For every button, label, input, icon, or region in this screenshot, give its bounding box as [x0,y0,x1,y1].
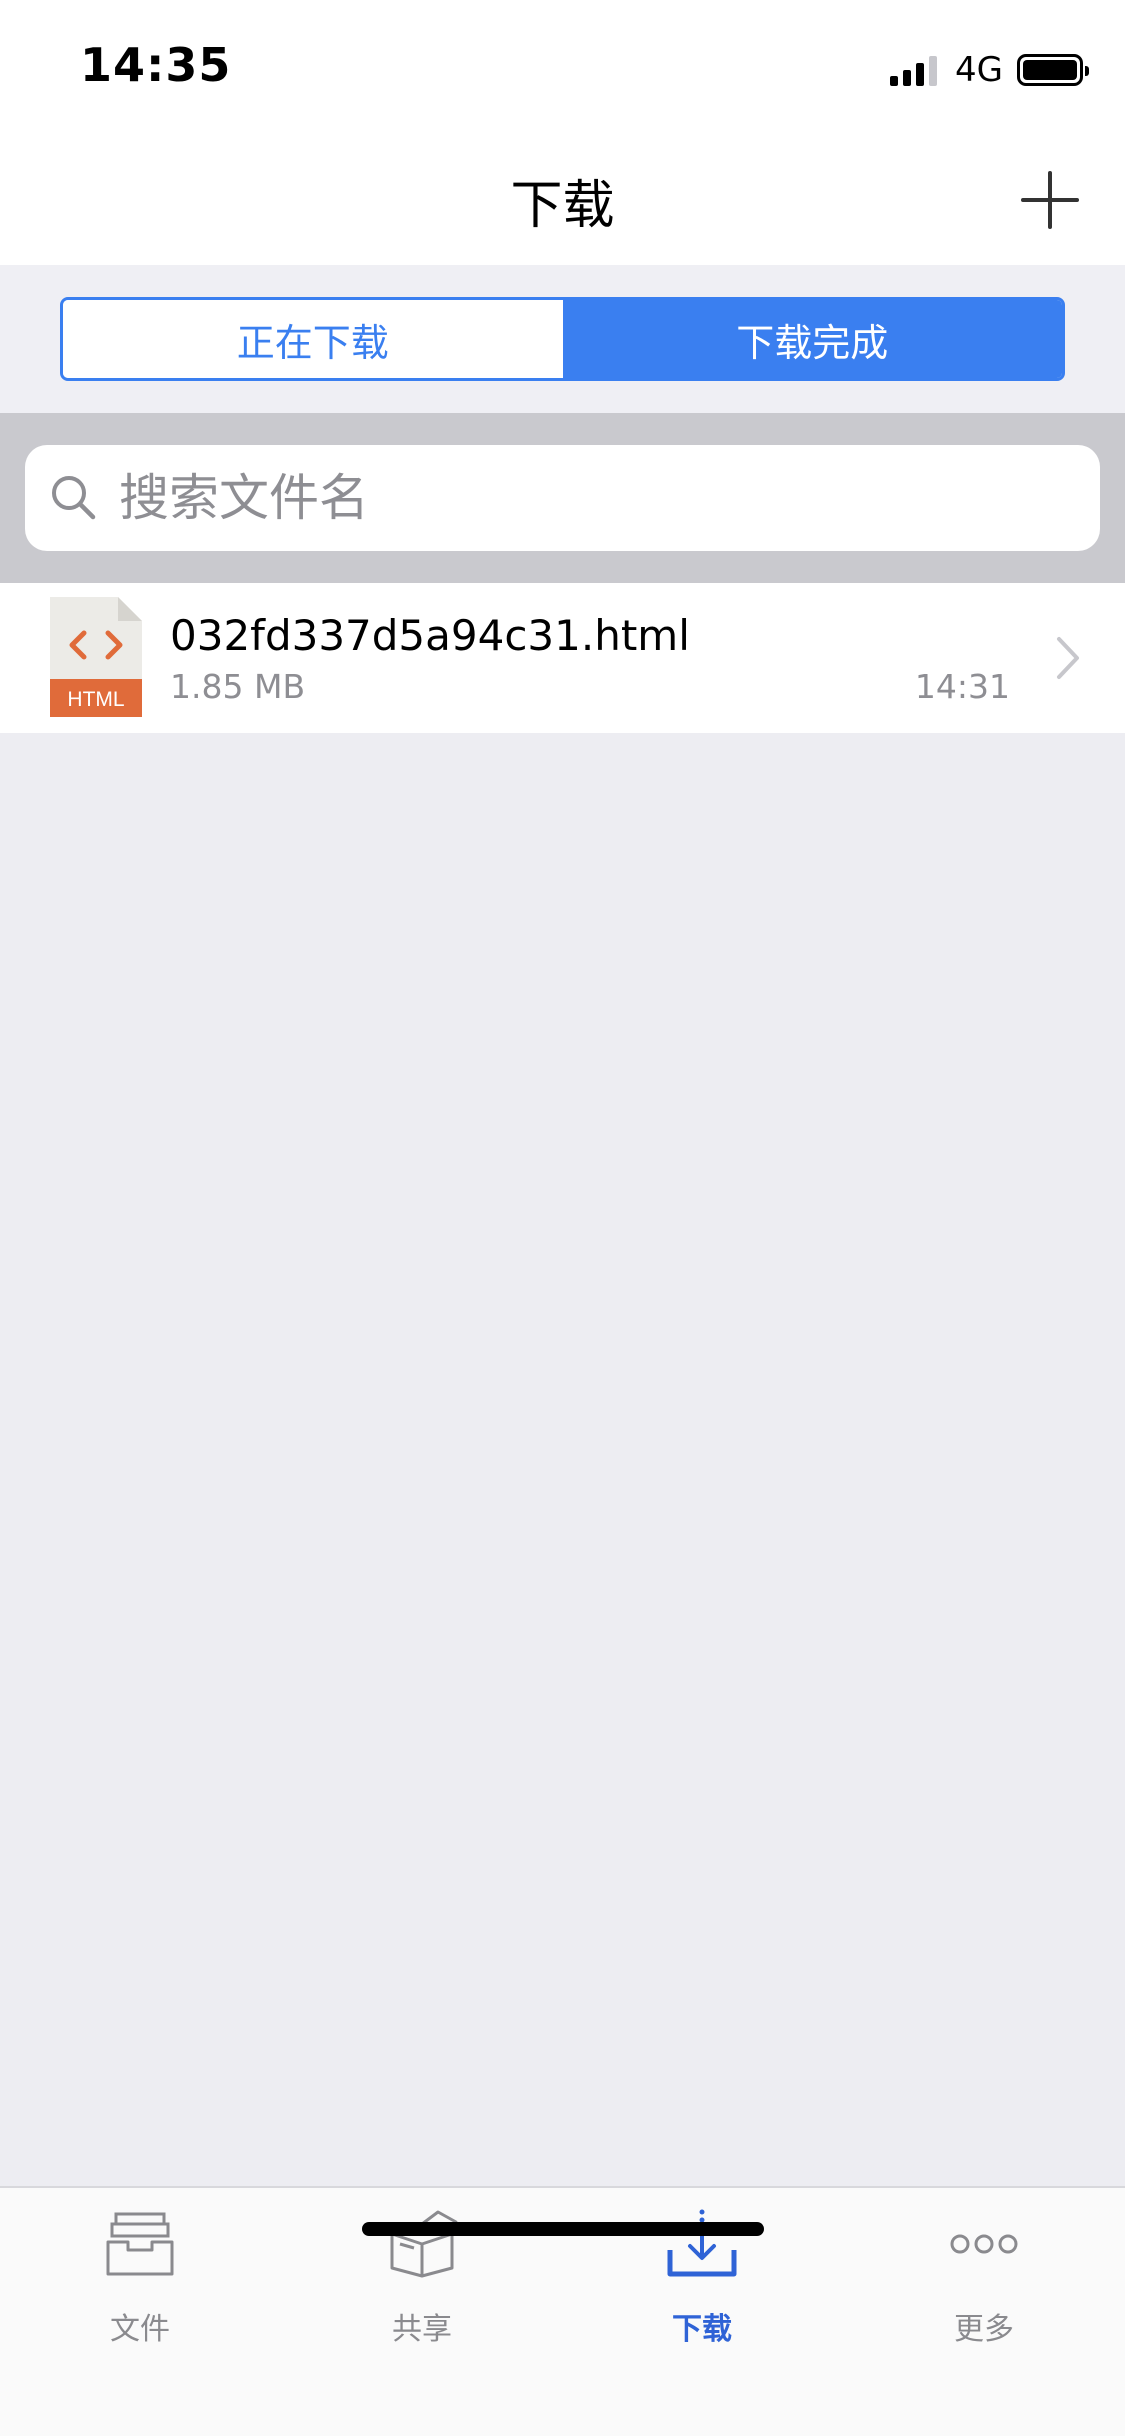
chevron-right-icon [1057,637,1079,679]
tab-label: 共享 [392,2312,452,2347]
tab-label: 更多 [954,2312,1014,2347]
tab-label: 文件 [110,2312,170,2347]
more-dots-icon [950,2234,1018,2254]
html-file-icon: HTML [50,597,142,717]
signal-icon [890,54,938,86]
file-time: 14:31 [914,667,1010,706]
open-box-icon [390,2210,458,2278]
download-icon [667,2209,737,2277]
tab-files[interactable]: 文件 [40,2208,240,2358]
tab-more[interactable]: 更多 [884,2208,1084,2358]
home-indicator[interactable] [362,2222,764,2236]
status-time: 14:35 [80,38,232,92]
page-title: 下载 [510,176,615,236]
inbox-tray-icon [106,2212,174,2276]
segment-completed[interactable]: 下载完成 [562,300,1062,378]
search-area [0,413,1125,583]
file-type-label: HTML [67,688,124,711]
status-bar: 14:35 4G [0,0,1125,135]
segment-downloading[interactable]: 正在下载 [63,300,563,378]
search-box[interactable] [25,445,1100,551]
network-type: 4G [955,50,1003,90]
status-indicators: 4G [890,50,1089,90]
search-icon [52,476,96,520]
nav-bar: 下载 [0,135,1125,265]
file-list-item[interactable]: HTML 032fd337d5a94c31.html 1.85 MB 14:31 [0,583,1125,733]
tab-label: 下载 [672,2312,732,2347]
search-input[interactable] [117,468,1100,528]
file-size: 1.85 MB [170,667,306,706]
battery-icon [1017,54,1089,86]
download-segment-control: 正在下载 下载完成 [60,297,1065,381]
file-name: 032fd337d5a94c31.html [170,611,690,660]
segment-area: 正在下载 下载完成 [0,265,1125,413]
add-icon[interactable] [1015,165,1085,235]
